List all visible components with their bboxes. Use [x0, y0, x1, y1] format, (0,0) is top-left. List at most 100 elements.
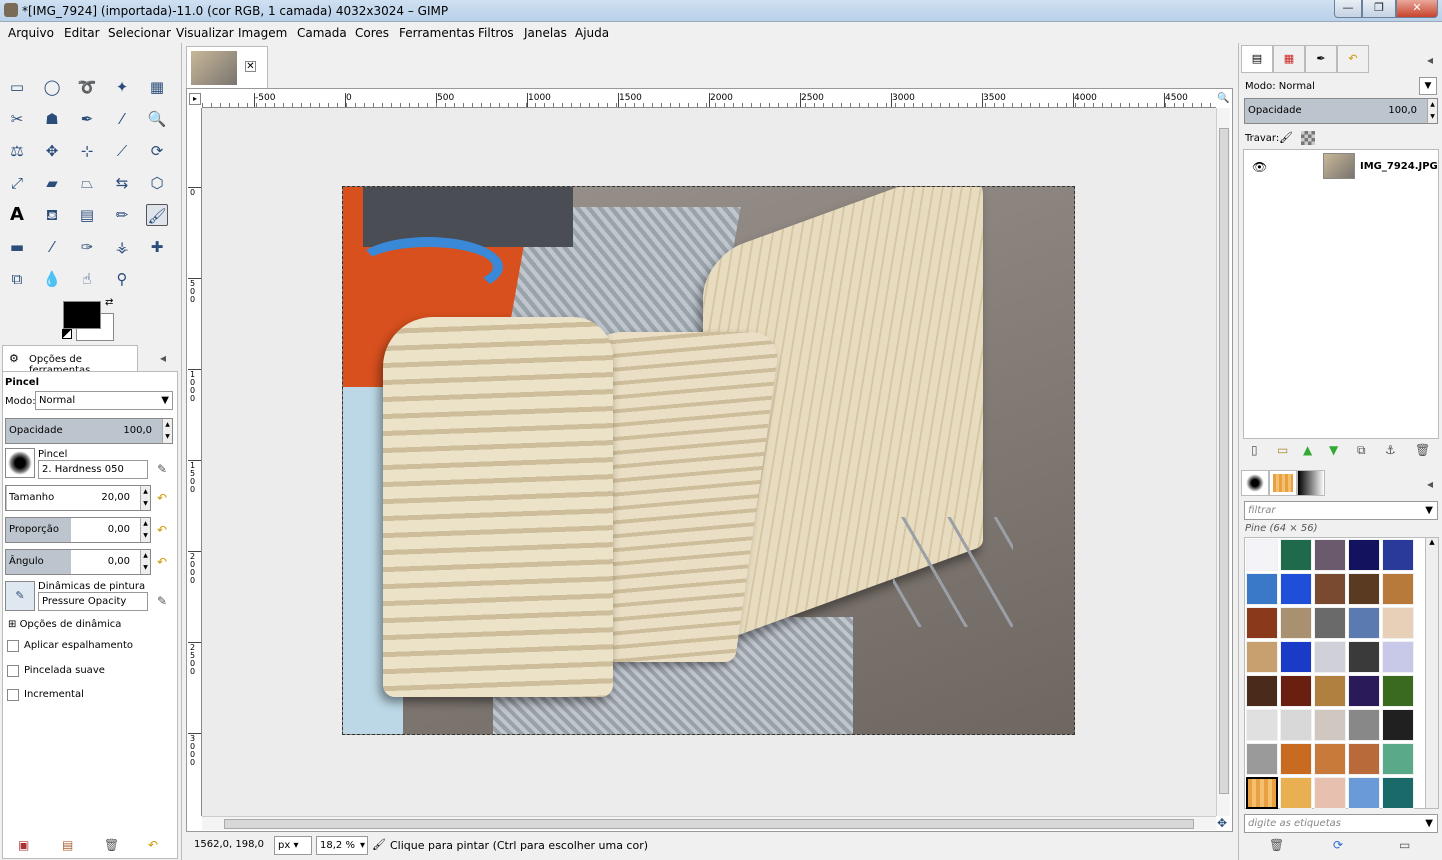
raise-layer-icon[interactable]: ▲: [1303, 443, 1312, 457]
pattern-swatch[interactable]: [1382, 675, 1414, 707]
reset-size-icon[interactable]: ↶: [157, 491, 167, 505]
horizontal-scroll-thumb[interactable]: [224, 819, 1194, 829]
configure-tab-icon[interactable]: ◂: [160, 351, 166, 365]
menu-visualizar[interactable]: Visualizar: [176, 26, 234, 40]
layer-opacity-spinner[interactable]: ▲ ▼: [1427, 99, 1437, 123]
new-layer-group-icon[interactable]: ▭: [1277, 443, 1288, 457]
mode-select[interactable]: Normal ▼: [35, 391, 173, 410]
layer-row[interactable]: 👁 IMG_7924.JPG: [1244, 150, 1438, 184]
ratio-slider[interactable]: Proporção 0,00 ▲ ▼: [5, 517, 151, 543]
brush-preview[interactable]: [5, 448, 35, 478]
pattern-filter-input[interactable]: filtrar ▼: [1244, 501, 1438, 520]
menu-arquivo[interactable]: Arquivo: [8, 26, 54, 40]
incremental-checkbox[interactable]: [7, 689, 19, 701]
horizontal-scrollbar[interactable]: [202, 816, 1216, 830]
pattern-swatch[interactable]: [1280, 539, 1312, 571]
free-select-icon[interactable]: ➰: [76, 76, 98, 98]
pattern-swatch[interactable]: [1280, 777, 1312, 809]
pattern-swatch[interactable]: [1382, 641, 1414, 673]
pattern-swatch[interactable]: [1246, 607, 1278, 639]
foreground-select-icon[interactable]: ☗: [41, 108, 63, 130]
vertical-scrollbar[interactable]: [1216, 108, 1230, 816]
duplicate-layer-icon[interactable]: ⧉: [1357, 443, 1366, 458]
pencil-icon[interactable]: ✏: [111, 204, 133, 226]
rotate-icon[interactable]: ⟳: [146, 140, 168, 162]
pattern-swatch[interactable]: [1246, 641, 1278, 673]
pattern-swatch[interactable]: [1280, 573, 1312, 605]
ink-icon[interactable]: ✑: [76, 236, 98, 258]
flip-icon[interactable]: ⇆: [111, 172, 133, 194]
text-icon[interactable]: A: [6, 204, 28, 226]
zoom-dropdown-icon[interactable]: ▾: [360, 840, 365, 851]
image-canvas[interactable]: [342, 186, 1075, 735]
pattern-swatch[interactable]: [1348, 573, 1380, 605]
delete-layer-icon[interactable]: 🗑: [1415, 443, 1430, 457]
perspective-clone-icon[interactable]: ⧉: [6, 268, 28, 290]
brush-field[interactable]: 2. Hardness 050: [38, 460, 148, 479]
pattern-swatch[interactable]: [1348, 607, 1380, 639]
layer-name[interactable]: IMG_7924.JPG: [1360, 161, 1438, 172]
layers-mode-dropdown[interactable]: ▼: [1419, 77, 1437, 95]
smudge-icon[interactable]: ☝: [76, 268, 98, 290]
dynamics-field[interactable]: Pressure Opacity: [38, 592, 148, 611]
foreground-color-swatch[interactable]: [63, 301, 101, 329]
pattern-swatch[interactable]: [1348, 675, 1380, 707]
bucket-fill-icon[interactable]: ⛾: [41, 204, 63, 226]
pattern-swatch[interactable]: [1348, 641, 1380, 673]
fuzzy-select-icon[interactable]: ✦: [111, 76, 133, 98]
select-by-color-icon[interactable]: ▦: [146, 76, 168, 98]
layer-opacity-slider[interactable]: Opacidade 100,0 ▲ ▼: [1244, 98, 1438, 124]
navigate-icon[interactable]: ✥: [1217, 816, 1227, 830]
crop-icon[interactable]: ⟋: [111, 140, 133, 162]
lock-pixels-icon[interactable]: 🖌: [1279, 131, 1293, 144]
pattern-swatch[interactable]: [1382, 607, 1414, 639]
menu-cores[interactable]: Cores: [355, 26, 389, 40]
configure-patterns-icon[interactable]: ◂: [1427, 477, 1433, 491]
close-tab-icon[interactable]: ✕: [245, 61, 256, 72]
pattern-swatch[interactable]: [1246, 743, 1278, 775]
pattern-swatch[interactable]: [1314, 743, 1346, 775]
visibility-eye-icon[interactable]: 👁: [1252, 160, 1267, 174]
channels-tab[interactable]: ▦: [1273, 45, 1305, 73]
save-options-icon[interactable]: ▣: [18, 838, 29, 852]
size-slider[interactable]: Tamanho 20,00 ▲ ▼: [5, 485, 151, 511]
menu-editar[interactable]: Editar: [64, 26, 100, 40]
color-picker-icon[interactable]: ⁄: [111, 108, 133, 130]
edit-dynamics-icon[interactable]: ✎: [157, 594, 167, 608]
quick-mask-corner-icon[interactable]: ▸: [189, 93, 201, 105]
pattern-swatch[interactable]: [1314, 573, 1346, 605]
scale-icon[interactable]: ⤢: [6, 172, 28, 194]
move-icon[interactable]: ✥: [41, 140, 63, 162]
perspective-icon[interactable]: ⏢: [76, 172, 98, 194]
reset-options-icon[interactable]: ↶: [148, 838, 158, 852]
align-icon[interactable]: ⊹: [76, 140, 98, 162]
swap-colors-icon[interactable]: ⇄: [105, 297, 113, 308]
paintbrush-icon[interactable]: 🖌: [146, 204, 168, 226]
pattern-swatch[interactable]: [1246, 675, 1278, 707]
zoom-icon[interactable]: 🔍: [146, 108, 168, 130]
patterns-tab[interactable]: [1269, 470, 1297, 496]
pattern-swatch[interactable]: [1280, 743, 1312, 775]
paths-icon[interactable]: ✒: [76, 108, 98, 130]
delete-options-icon[interactable]: 🗑: [104, 838, 119, 852]
opacity-spinner[interactable]: ▲ ▼: [162, 419, 172, 443]
size-spinner[interactable]: ▲ ▼: [140, 486, 150, 510]
dynamics-icon[interactable]: ✎: [5, 581, 35, 611]
pattern-swatch[interactable]: [1348, 777, 1380, 809]
pattern-scrollbar[interactable]: ▲: [1425, 537, 1439, 809]
measure-icon[interactable]: ⚖: [6, 140, 28, 162]
angle-slider[interactable]: Ângulo 0,00 ▲ ▼: [5, 549, 151, 575]
unit-select[interactable]: px ▾: [274, 836, 312, 855]
pattern-swatch[interactable]: [1348, 539, 1380, 571]
pattern-swatch[interactable]: [1382, 743, 1414, 775]
maximize-button[interactable]: ❐: [1362, 0, 1396, 18]
menu-janelas[interactable]: Janelas: [524, 26, 567, 40]
refresh-patterns-icon[interactable]: ⟳: [1333, 838, 1343, 852]
gradients-tab[interactable]: [1297, 470, 1325, 496]
pattern-swatch[interactable]: [1314, 675, 1346, 707]
edit-brush-icon[interactable]: ✎: [157, 462, 167, 476]
apply-jitter-checkbox[interactable]: [7, 640, 19, 652]
pattern-swatch[interactable]: [1280, 675, 1312, 707]
pattern-swatch[interactable]: [1314, 777, 1346, 809]
smooth-stroke-checkbox[interactable]: [7, 665, 19, 677]
